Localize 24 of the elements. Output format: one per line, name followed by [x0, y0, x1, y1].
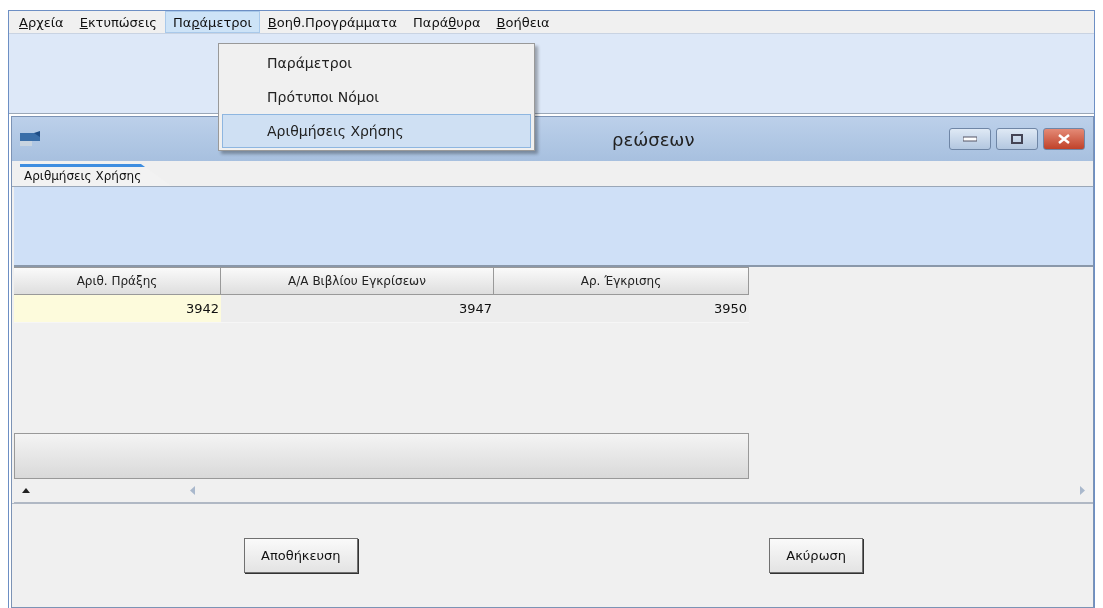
save-button[interactable]: Αποθήκευση: [244, 538, 358, 573]
close-button[interactable]: [1043, 128, 1085, 150]
up-arrow-icon[interactable]: [22, 488, 30, 493]
cancel-button[interactable]: Ακύρωση: [769, 538, 863, 573]
menu-item[interactable]: Παράμετροι: [164, 11, 260, 33]
minimize-button[interactable]: [949, 128, 991, 150]
menu-option[interactable]: Πρότυποι Νόμοι: [222, 80, 531, 114]
column-header[interactable]: Αρ. Έγκρισης: [494, 267, 749, 295]
window-title: ρεώσεων: [612, 128, 696, 150]
menu-item[interactable]: Αρχεία: [11, 11, 72, 33]
app-icon: [20, 131, 42, 147]
menu-item[interactable]: Βοήθεια: [488, 11, 558, 33]
maximize-button[interactable]: [996, 128, 1038, 150]
menu-option[interactable]: Αριθμήσεις Χρήσης: [222, 114, 531, 148]
menu-item[interactable]: Βοηθ.Προγράμματα: [259, 11, 406, 33]
menu-item[interactable]: Παράθυρα: [405, 11, 489, 33]
column-header[interactable]: Αριθ. Πράξης: [14, 267, 221, 295]
table-cell: 3942: [14, 295, 221, 323]
column-header[interactable]: Α/Α Βιβλίου Εγκρίσεων: [221, 267, 494, 295]
maximize-icon: [1011, 134, 1023, 144]
menu-option[interactable]: Παράμετροι: [222, 46, 531, 80]
close-icon: [1058, 134, 1070, 144]
minimize-icon: [963, 136, 977, 142]
menu-item[interactable]: Εκτυπώσεις: [71, 11, 165, 33]
